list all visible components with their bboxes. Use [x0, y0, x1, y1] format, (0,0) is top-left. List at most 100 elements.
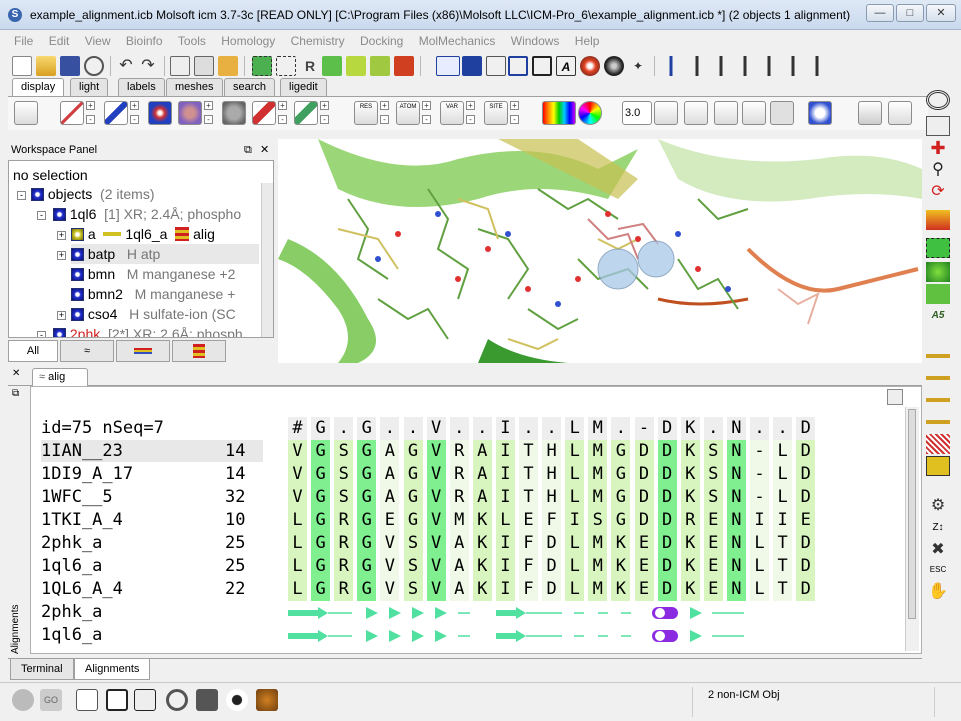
- ribbon-minus-button[interactable]: -: [278, 115, 287, 124]
- measure-icon[interactable]: [684, 101, 708, 125]
- render-ball-icon[interactable]: [580, 56, 600, 76]
- zoom-icon[interactable]: ⚲: [926, 160, 950, 180]
- site-minus-button[interactable]: -: [510, 115, 519, 124]
- distance-icon[interactable]: [654, 101, 678, 125]
- redo-icon[interactable]: ↷: [138, 56, 158, 76]
- atom-minus-button[interactable]: -: [422, 115, 431, 124]
- save-view-icon[interactable]: [858, 101, 882, 125]
- select-green-icon[interactable]: [926, 284, 950, 304]
- close-icon[interactable]: ✕: [12, 368, 20, 379]
- wire-minus-button[interactable]: -: [86, 115, 95, 124]
- expand-toggle[interactable]: +: [57, 251, 66, 260]
- residue-cell[interactable]: G: [611, 509, 631, 532]
- float-icon[interactable]: ⧉: [244, 141, 252, 159]
- residue-cell[interactable]: S: [403, 555, 423, 578]
- atom-plus-button[interactable]: +: [422, 101, 431, 110]
- residue-cell[interactable]: F: [519, 532, 538, 555]
- box-icon[interactable]: [532, 56, 552, 76]
- residue-cell[interactable]: F: [519, 578, 538, 601]
- tab-other-icon[interactable]: [172, 340, 226, 362]
- select-r-icon[interactable]: R: [300, 56, 320, 76]
- residue-cell[interactable]: A: [449, 578, 469, 601]
- residue-cell[interactable]: D: [634, 440, 654, 463]
- wire-plus-button[interactable]: +: [86, 101, 95, 110]
- alignment-viewer[interactable]: id=75 nSeq=7 1IAN__23 14 1DI9_A_17 14 1WFC__…: [30, 386, 922, 654]
- menu-file[interactable]: File: [8, 30, 39, 52]
- residue-cell[interactable]: V: [380, 555, 400, 578]
- slab-icon[interactable]: [926, 434, 950, 454]
- residue-cell[interactable]: M: [449, 509, 469, 532]
- residue-cell[interactable]: D: [634, 486, 654, 509]
- select-icon[interactable]: [252, 56, 272, 76]
- wire-icon[interactable]: [60, 101, 84, 125]
- wand-icon[interactable]: ✦: [628, 56, 648, 76]
- tree-row-objects[interactable]: objects (2 items): [31, 184, 154, 204]
- residue-cell[interactable]: R: [334, 578, 354, 601]
- residue-cell[interactable]: M: [588, 440, 608, 463]
- residue-cell[interactable]: A: [380, 463, 400, 486]
- align-icon-1[interactable]: [690, 56, 704, 76]
- select-yellow-icon[interactable]: [346, 56, 366, 76]
- residue-cell[interactable]: G: [357, 486, 377, 509]
- residue-cell[interactable]: V: [426, 509, 446, 532]
- sequence-name[interactable]: 2phk_a: [41, 532, 102, 554]
- panel-toggle-icon[interactable]: [76, 689, 98, 711]
- residue-cell[interactable]: A: [472, 463, 492, 486]
- tree-row-bmn[interactable]: bmn M manganese +2: [71, 264, 235, 284]
- residue-cell[interactable]: E: [703, 578, 723, 601]
- shade-ball-icon[interactable]: [604, 56, 624, 76]
- residue-cell[interactable]: E: [796, 509, 816, 532]
- site-label-button[interactable]: SITE: [484, 101, 508, 125]
- tab-meshes[interactable]: meshes: [166, 78, 223, 96]
- align-icon-4[interactable]: [762, 56, 776, 76]
- residue-cell[interactable]: E: [634, 555, 654, 578]
- residue-cell[interactable]: S: [403, 578, 423, 601]
- residue-cell[interactable]: G: [311, 486, 331, 509]
- menu-view[interactable]: View: [79, 30, 117, 52]
- residue-cell[interactable]: V: [288, 463, 307, 486]
- sequence-name[interactable]: 1QL6_A_4: [41, 578, 123, 600]
- residue-cell[interactable]: L: [565, 486, 585, 509]
- residue-cell[interactable]: K: [680, 555, 700, 578]
- residue-cell[interactable]: S: [334, 486, 354, 509]
- residue-cell[interactable]: D: [657, 578, 677, 601]
- molecule-viewport[interactable]: [278, 139, 922, 363]
- residue-cell[interactable]: V: [426, 532, 446, 555]
- stick-icon[interactable]: [104, 101, 128, 125]
- residue-cell[interactable]: I: [495, 532, 515, 555]
- residue-cell[interactable]: M: [588, 578, 608, 601]
- refresh-icon[interactable]: [84, 56, 104, 76]
- sync-icon[interactable]: [808, 101, 832, 125]
- residue-cell[interactable]: N: [726, 486, 746, 509]
- residue-cell[interactable]: N: [726, 555, 746, 578]
- residue-cell[interactable]: I: [495, 440, 515, 463]
- menu-help[interactable]: Help: [569, 30, 606, 52]
- align-top-icon[interactable]: [664, 56, 678, 76]
- residue-cell[interactable]: R: [334, 532, 354, 555]
- residue-cell[interactable]: M: [588, 486, 608, 509]
- residue-cell[interactable]: R: [334, 555, 354, 578]
- stick-plus-button[interactable]: +: [130, 101, 139, 110]
- residue-cell[interactable]: D: [634, 509, 654, 532]
- go-icon[interactable]: GO: [40, 689, 62, 711]
- residue-cell[interactable]: S: [334, 463, 354, 486]
- residue-cell[interactable]: L: [773, 486, 793, 509]
- residue-cell[interactable]: K: [472, 532, 492, 555]
- move-bottom-icon[interactable]: [926, 412, 950, 432]
- cpk-icon[interactable]: [178, 101, 202, 125]
- tab-alig[interactable]: ≈ alig: [32, 368, 88, 387]
- residue-cell[interactable]: G: [311, 463, 331, 486]
- residue-cell[interactable]: F: [519, 555, 538, 578]
- undo-icon[interactable]: ↶: [116, 56, 136, 76]
- book-icon[interactable]: [134, 689, 156, 711]
- residue-cell[interactable]: S: [703, 440, 723, 463]
- residue-cell[interactable]: T: [519, 463, 538, 486]
- residue-cell[interactable]: D: [542, 532, 562, 555]
- tree-row-a[interactable]: a 1ql6_a alig: [71, 224, 215, 244]
- residue-cell[interactable]: G: [311, 440, 331, 463]
- hand-icon[interactable]: ✋: [926, 582, 950, 602]
- eye-icon[interactable]: [226, 689, 248, 711]
- align-icon-3[interactable]: [738, 56, 752, 76]
- residue-cell[interactable]: G: [611, 486, 631, 509]
- residue-cell[interactable]: V: [426, 578, 446, 601]
